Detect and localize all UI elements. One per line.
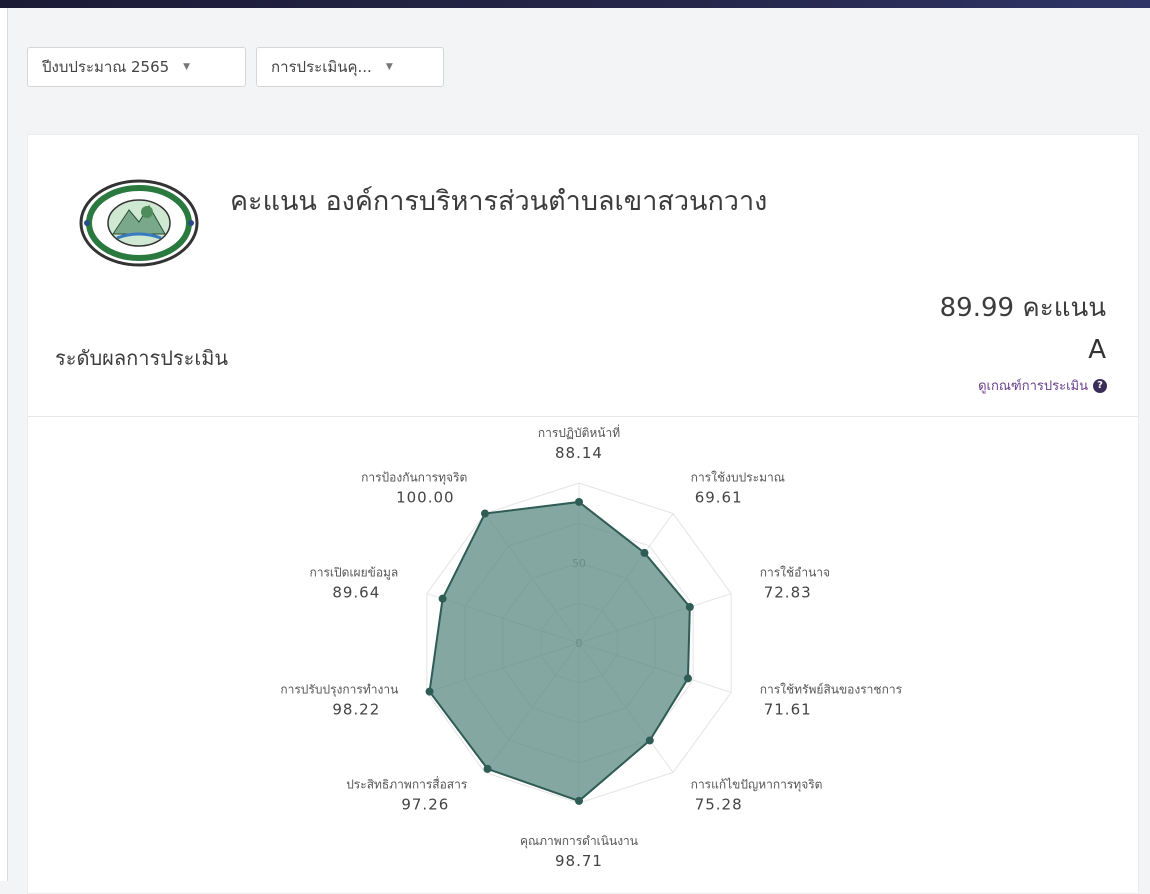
- score-card: คะแนน องค์การบริหารส่วนตำบลเขาสวนกวาง 89…: [27, 134, 1139, 894]
- axis-label: ประสิทธิภาพการสื่อสาร: [346, 776, 468, 792]
- value-label: 98.71: [555, 852, 603, 870]
- radar-chart: 050การปฏิบัติหน้าที่88.14การใช้งบประมาณ6…: [280, 424, 903, 870]
- year-select-label: ปีงบประมาณ 2565: [42, 58, 170, 76]
- year-select[interactable]: ปีงบประมาณ 2565 ▼: [27, 47, 246, 87]
- radar-data-point: [575, 796, 583, 805]
- value-label: 89.64: [332, 583, 380, 601]
- value-label: 69.61: [695, 488, 743, 506]
- radar-data-point: [685, 602, 694, 611]
- chevron-down-icon: ▼: [183, 62, 191, 72]
- axis-label: คุณภาพการดำเนินงาน: [520, 834, 638, 849]
- chevron-down-icon: ▼: [385, 62, 393, 72]
- radar-data-point: [480, 509, 489, 518]
- axis-label: การปรับปรุงการทำงาน: [280, 683, 398, 698]
- radar-data-point: [645, 736, 654, 745]
- value-label: 71.61: [764, 701, 812, 719]
- axis-label: การเปิดเผยข้อมูล: [309, 565, 398, 580]
- top-navigation-bar: [0, 0, 1150, 8]
- axis-label: การแก้ไขปัญหาการทุจริต: [691, 778, 823, 793]
- value-label: 100.00: [396, 488, 455, 506]
- value-label: 72.83: [764, 583, 812, 601]
- value-label: 75.28: [695, 796, 743, 814]
- radar-data-point: [483, 764, 492, 773]
- value-label: 97.26: [401, 796, 449, 814]
- axis-label: การใช้งบประมาณ: [691, 470, 785, 484]
- value-label: 88.14: [555, 444, 603, 462]
- radar-data-point: [575, 497, 583, 506]
- sidebar-edge: [0, 8, 8, 881]
- axis-label: การใช้อำนาจ: [760, 565, 830, 579]
- radar-data-point: [640, 548, 649, 557]
- axis-label: การปฏิบัติหน้าที่: [538, 424, 620, 440]
- radar-data-point: [425, 687, 434, 696]
- filter-bar: ปีงบประมาณ 2565 ▼ การประเมินคุ... ▼: [27, 47, 444, 87]
- axis-label: การใช้ทรัพย์สินของราชการ: [760, 683, 903, 697]
- assessment-select[interactable]: การประเมินคุ... ▼: [256, 47, 444, 87]
- radar-data-point: [438, 594, 447, 603]
- assessment-select-label: การประเมินคุ...: [271, 58, 372, 76]
- value-label: 98.22: [332, 701, 380, 719]
- radar-data-point: [683, 674, 692, 683]
- axis-label: การป้องกันการทุจริต: [361, 470, 467, 485]
